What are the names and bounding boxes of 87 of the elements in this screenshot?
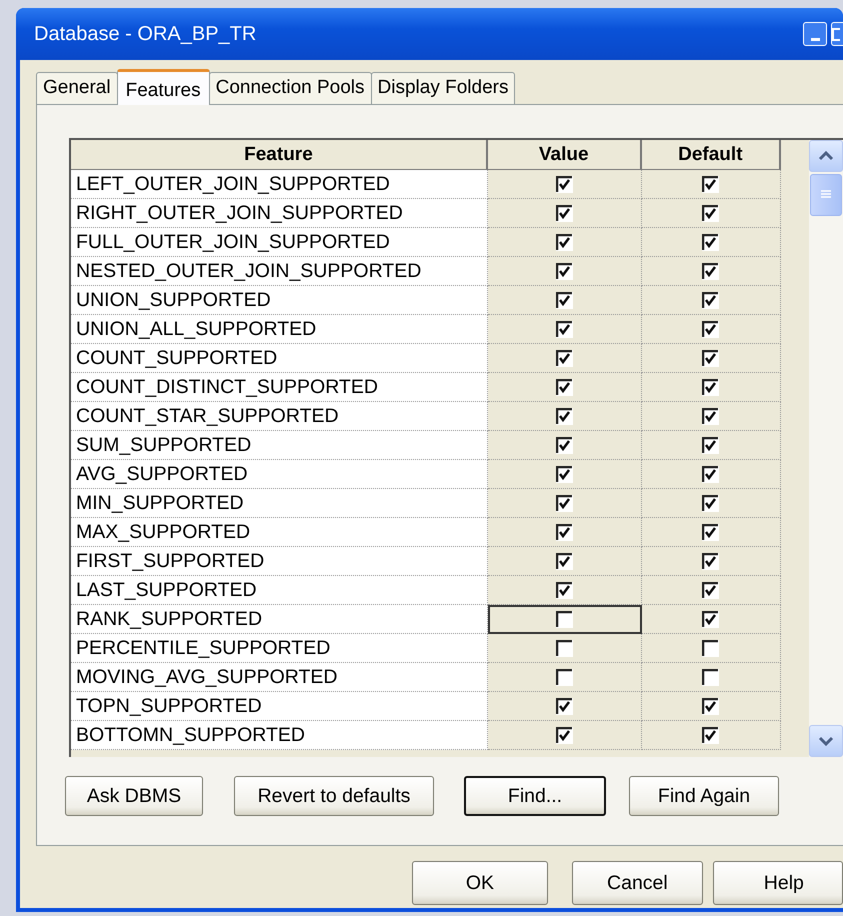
checkbox[interactable] — [702, 494, 720, 512]
checkbox[interactable] — [556, 582, 573, 598]
button[interactable]: Help — [712, 861, 843, 905]
checkbox[interactable] — [556, 640, 573, 656]
checkbox[interactable] — [556, 292, 573, 308]
table-cell: COUNT_DISTINCT_SUPPORTED — [71, 373, 488, 402]
checkbox[interactable] — [556, 350, 573, 366]
table-cell: NESTED_OUTER_JOIN_SUPPORTED — [71, 257, 488, 286]
checkbox[interactable] — [702, 640, 720, 656]
table-cell: BOTTOMN_SUPPORTED — [71, 721, 488, 750]
table-cell: COUNT_SUPPORTED — [71, 344, 488, 373]
table-cell: FULL_OUTER_JOIN_SUPPORTED — [71, 228, 488, 257]
checkbox[interactable] — [556, 524, 573, 540]
checkbox[interactable] — [702, 320, 720, 338]
checkbox[interactable] — [702, 262, 720, 280]
scroll-down-button[interactable] — [809, 725, 843, 757]
checkbox[interactable] — [556, 552, 573, 570]
checkbox[interactable] — [702, 378, 720, 396]
minimize-icon — [810, 38, 820, 40]
checkbox[interactable] — [556, 698, 573, 714]
button[interactable]: Find... — [464, 776, 606, 816]
column-header[interactable]: Default — [642, 140, 782, 170]
checkbox[interactable] — [556, 611, 574, 628]
checkbox[interactable] — [556, 262, 573, 280]
table-cell: TOPN_SUPPORTED — [71, 692, 488, 721]
table-cell: LAST_SUPPORTED — [71, 576, 488, 605]
table-cell: COUNT_STAR_SUPPORTED — [71, 402, 488, 431]
chevron-up-icon — [818, 150, 834, 162]
table-cell: PERCENTILE_SUPPORTED — [71, 634, 488, 663]
table-cell: LEFT_OUTER_JOIN_SUPPORTED — [71, 170, 488, 199]
table-cell: UNION_ALL_SUPPORTED — [71, 315, 488, 344]
checkbox[interactable] — [556, 436, 573, 454]
focused-cell[interactable] — [488, 605, 642, 634]
scroll-thumb[interactable] — [810, 174, 842, 216]
checkbox[interactable] — [702, 582, 720, 598]
checkbox[interactable] — [556, 466, 573, 482]
checkbox[interactable] — [702, 552, 720, 570]
tab[interactable]: General — [36, 72, 118, 104]
table-cell: UNION_SUPPORTED — [71, 286, 488, 315]
grip-icon — [821, 190, 832, 200]
checkbox[interactable] — [556, 176, 573, 192]
checkbox[interactable] — [556, 320, 573, 338]
checkbox[interactable] — [702, 524, 720, 540]
maximize-icon — [832, 28, 840, 40]
checkbox[interactable] — [702, 350, 720, 366]
checkbox[interactable] — [702, 176, 720, 192]
checkbox[interactable] — [702, 436, 720, 454]
table-cell: AVG_SUPPORTED — [71, 460, 488, 489]
column-header[interactable]: Feature — [71, 140, 488, 170]
table-cell: RIGHT_OUTER_JOIN_SUPPORTED — [71, 199, 488, 228]
button[interactable]: Cancel — [572, 861, 703, 905]
checkbox[interactable] — [702, 292, 720, 308]
maximize-button[interactable] — [831, 22, 843, 46]
vertical-scrollbar[interactable] — [809, 138, 843, 757]
table-cell: FIRST_SUPPORTED — [71, 547, 488, 576]
checkbox[interactable] — [702, 610, 720, 628]
checkbox[interactable] — [702, 408, 720, 424]
checkbox[interactable] — [702, 204, 720, 222]
table-cell: RANK_SUPPORTED — [71, 605, 488, 634]
table-cell: MAX_SUPPORTED — [71, 518, 488, 547]
button[interactable]: OK — [412, 861, 548, 905]
checkbox[interactable] — [702, 698, 720, 714]
checkbox[interactable] — [556, 494, 573, 512]
tab[interactable]: Features — [116, 69, 210, 105]
checkbox[interactable] — [556, 668, 573, 686]
minimize-button[interactable] — [803, 22, 827, 46]
table-cell: SUM_SUPPORTED — [71, 431, 488, 460]
column-header[interactable]: Value — [488, 140, 642, 170]
button[interactable]: Ask DBMS — [65, 776, 203, 816]
checkbox[interactable] — [702, 234, 720, 250]
checkbox[interactable] — [702, 726, 720, 744]
checkbox[interactable] — [702, 466, 720, 482]
checkbox[interactable] — [556, 204, 573, 222]
checkbox[interactable] — [556, 378, 573, 396]
table-cell: MOVING_AVG_SUPPORTED — [71, 663, 488, 692]
chevron-down-icon — [818, 735, 834, 747]
checkbox[interactable] — [556, 408, 573, 424]
button[interactable]: Find Again — [629, 776, 779, 816]
scroll-up-button[interactable] — [809, 140, 843, 172]
checkbox[interactable] — [702, 668, 720, 686]
tab[interactable]: Connection Pools — [208, 72, 372, 104]
tab[interactable]: Display Folders — [370, 72, 516, 104]
table-cell: MIN_SUPPORTED — [71, 489, 488, 518]
button[interactable]: Revert to defaults — [234, 776, 434, 816]
checkbox[interactable] — [556, 726, 573, 744]
window-title: Database - ORA_BP_TR — [34, 22, 256, 46]
checkbox[interactable] — [556, 234, 573, 250]
